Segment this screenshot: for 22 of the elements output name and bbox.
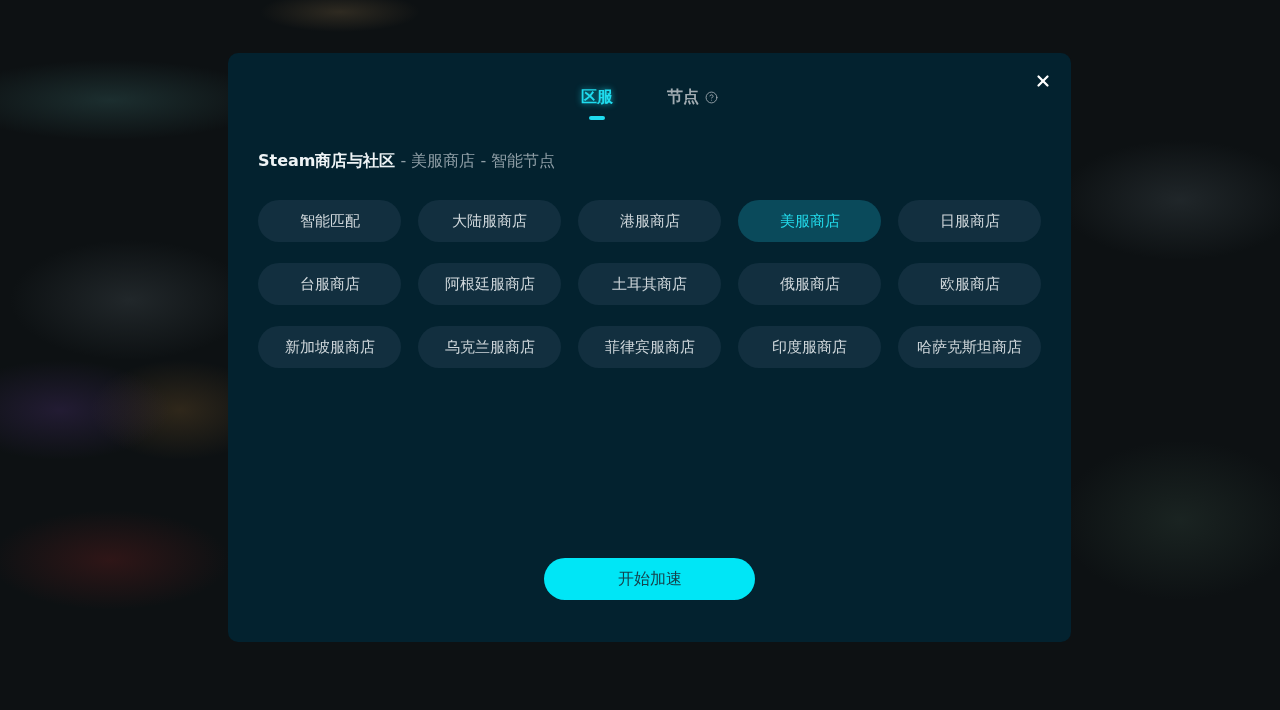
help-icon[interactable] bbox=[705, 90, 718, 104]
region-option[interactable]: 菲律宾服商店 bbox=[578, 326, 721, 368]
region-option[interactable]: 阿根廷服商店 bbox=[418, 263, 561, 305]
region-option[interactable]: 新加坡服商店 bbox=[258, 326, 401, 368]
start-button[interactable]: 开始加速 bbox=[544, 558, 755, 600]
region-option[interactable]: 欧服商店 bbox=[898, 263, 1041, 305]
breadcrumb-path: - 美服商店 - 智能节点 bbox=[400, 150, 556, 172]
region-option[interactable]: 哈萨克斯坦商店 bbox=[898, 326, 1041, 368]
breadcrumb-title: Steam商店与社区 bbox=[258, 150, 396, 172]
region-option[interactable]: 日服商店 bbox=[898, 200, 1041, 242]
region-option[interactable]: 台服商店 bbox=[258, 263, 401, 305]
region-option[interactable]: 印度服商店 bbox=[738, 326, 881, 368]
region-option[interactable]: 大陆服商店 bbox=[418, 200, 561, 242]
region-option[interactable]: 俄服商店 bbox=[738, 263, 881, 305]
tab[interactable]: 节点 bbox=[667, 86, 718, 120]
close-icon bbox=[1034, 72, 1052, 90]
region-option[interactable]: 智能匹配 bbox=[258, 200, 401, 242]
region-option[interactable]: 土耳其商店 bbox=[578, 263, 721, 305]
tab[interactable]: 区服 bbox=[581, 86, 613, 120]
region-option[interactable]: 乌克兰服商店 bbox=[418, 326, 561, 368]
region-option[interactable]: 美服商店 bbox=[738, 200, 881, 242]
region-option[interactable]: 港服商店 bbox=[578, 200, 721, 242]
